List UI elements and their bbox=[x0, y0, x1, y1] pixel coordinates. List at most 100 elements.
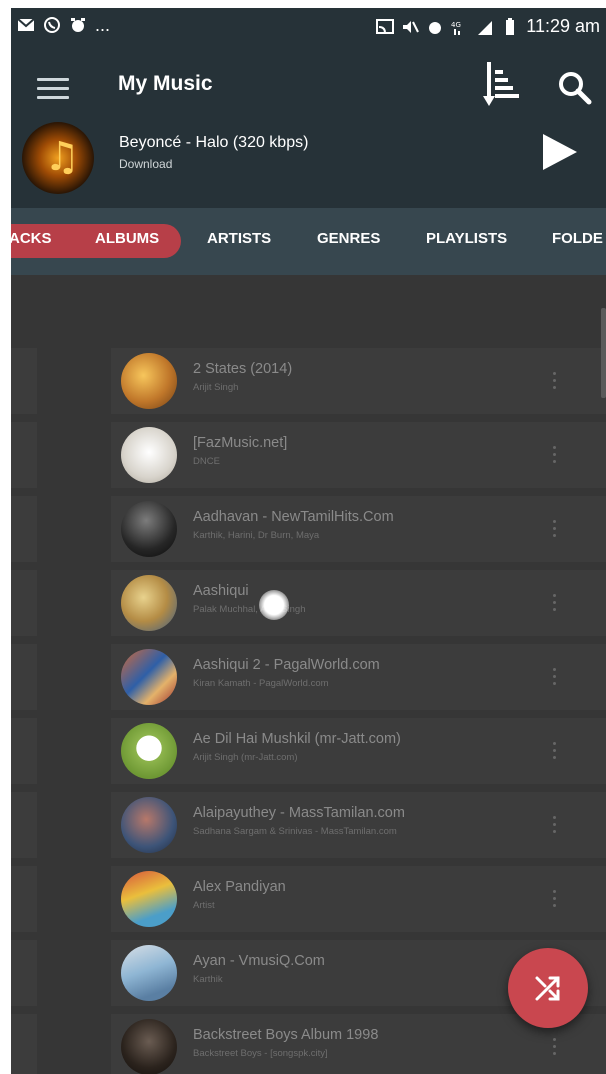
whatsapp-icon bbox=[44, 17, 60, 33]
previous-page-card bbox=[11, 422, 37, 488]
previous-page-card bbox=[11, 718, 37, 784]
album-card[interactable]: Aadhavan - NewTamilHits.Com Karthik, Har… bbox=[111, 496, 606, 562]
now-playing-album-art[interactable]: ♫ bbox=[22, 122, 94, 194]
album-artist: Karthik bbox=[193, 974, 223, 985]
album-thumbnail bbox=[121, 1019, 177, 1074]
cast-icon bbox=[376, 18, 395, 34]
list-item: Backstreet Boys Album 1998 Backstreet Bo… bbox=[11, 1014, 606, 1074]
album-card[interactable]: Aashiqui 2 - PagalWorld.com Kiran Kamath… bbox=[111, 644, 606, 710]
album-thumbnail bbox=[121, 945, 177, 1001]
more-options-icon[interactable] bbox=[549, 1038, 559, 1060]
previous-page-card bbox=[11, 644, 37, 710]
album-card[interactable]: Alex Pandiyan Artist bbox=[111, 866, 606, 932]
album-thumbnail bbox=[121, 427, 177, 483]
sort-icon[interactable] bbox=[481, 60, 521, 112]
album-artist: DNCE bbox=[193, 456, 220, 467]
album-card[interactable]: [FazMusic.net] DNCE bbox=[111, 422, 606, 488]
scrollbar[interactable] bbox=[601, 308, 606, 398]
more-options-icon[interactable] bbox=[549, 446, 559, 468]
tab-playlists[interactable]: PLAYLISTS bbox=[426, 230, 507, 247]
play-icon[interactable] bbox=[539, 130, 579, 174]
signal-icon bbox=[478, 20, 493, 35]
hamburger-menu-icon[interactable] bbox=[37, 78, 69, 102]
album-list: 2 States (2014) Arijit Singh [FazMusic.n… bbox=[11, 275, 606, 1074]
now-playing-title[interactable]: Beyoncé - Halo (320 kbps) bbox=[119, 134, 308, 152]
svg-text:4G: 4G bbox=[451, 21, 461, 29]
album-name: Alex Pandiyan bbox=[193, 879, 286, 895]
more-options-icon[interactable] bbox=[549, 372, 559, 394]
search-icon[interactable] bbox=[555, 68, 595, 108]
list-item: Aadhavan - NewTamilHits.Com Karthik, Har… bbox=[11, 496, 606, 562]
album-name: Ayan - VmusiQ.Com bbox=[193, 953, 325, 969]
album-name: Aadhavan - NewTamilHits.Com bbox=[193, 509, 394, 525]
album-name: [FazMusic.net] bbox=[193, 435, 288, 451]
tab-folders[interactable]: FOLDE bbox=[552, 230, 603, 247]
app-toolbar: My Music ♫ Beyoncé - Halo (320 kbps) Dow… bbox=[11, 48, 606, 208]
album-thumbnail bbox=[121, 649, 177, 705]
album-artist: Karthik, Harini, Dr Burn, Maya bbox=[193, 530, 320, 541]
album-name: Aashiqui 2 - PagalWorld.com bbox=[193, 657, 380, 673]
list-item: Aashiqui Palak Muchhal, Arijit Singh bbox=[11, 570, 606, 636]
more-options-icon[interactable] bbox=[549, 520, 559, 542]
music-app-screen: ... 4G 11:29 am My Music ♫ Beyoncé - Hal… bbox=[11, 8, 606, 1074]
previous-page-card bbox=[11, 1014, 37, 1074]
tab-artists[interactable]: ARTISTS bbox=[207, 230, 271, 247]
list-item: [FazMusic.net] DNCE bbox=[11, 422, 606, 488]
touch-indicator bbox=[259, 590, 289, 620]
more-notifications: ... bbox=[95, 15, 111, 35]
list-item: Aashiqui 2 - PagalWorld.com Kiran Kamath… bbox=[11, 644, 606, 710]
shuffle-icon bbox=[535, 976, 560, 1001]
mute-icon bbox=[403, 20, 420, 33]
tab-tracks[interactable]: ACKS bbox=[11, 230, 52, 247]
shuffle-button[interactable] bbox=[508, 948, 588, 1028]
tab-albums[interactable]: ALBUMS bbox=[95, 230, 159, 247]
clock: 11:29 am bbox=[526, 16, 600, 36]
battery-icon bbox=[506, 17, 515, 35]
album-artist: Sadhana Sargam & Srinivas - MassTamilan.… bbox=[193, 826, 397, 837]
previous-page-card bbox=[11, 792, 37, 858]
tab-genres[interactable]: GENRES bbox=[317, 230, 380, 247]
status-system: 4G 11:29 am bbox=[376, 16, 600, 37]
more-options-icon[interactable] bbox=[549, 816, 559, 838]
album-name: Aashiqui bbox=[193, 583, 249, 599]
page-title: My Music bbox=[118, 72, 213, 95]
previous-page-card bbox=[11, 940, 37, 1006]
alarm-icon bbox=[71, 18, 85, 32]
album-card[interactable]: Aashiqui Palak Muchhal, Arijit Singh bbox=[111, 570, 606, 636]
more-options-icon[interactable] bbox=[549, 742, 559, 764]
now-playing-subtitle: Download bbox=[119, 157, 173, 171]
album-thumbnail bbox=[121, 723, 177, 779]
list-item: Alaipayuthey - MassTamilan.com Sadhana S… bbox=[11, 792, 606, 858]
music-note-icon: ♫ bbox=[44, 134, 80, 180]
alarm-status-icon bbox=[429, 21, 442, 34]
category-tabs: ACKS ALBUMS ARTISTS GENRES PLAYLISTS FOL… bbox=[11, 208, 606, 275]
previous-page-card bbox=[11, 570, 37, 636]
status-notifications: ... bbox=[17, 16, 110, 34]
album-thumbnail bbox=[121, 797, 177, 853]
album-thumbnail bbox=[121, 871, 177, 927]
mail-icon bbox=[17, 18, 35, 31]
album-thumbnail bbox=[121, 575, 177, 631]
album-card[interactable]: 2 States (2014) Arijit Singh bbox=[111, 348, 606, 414]
album-artist: Arijit Singh bbox=[193, 382, 239, 393]
list-item: 2 States (2014) Arijit Singh bbox=[11, 348, 606, 414]
more-options-icon[interactable] bbox=[549, 668, 559, 690]
list-item: Ae Dil Hai Mushkil (mr-Jatt.com) Arijit … bbox=[11, 718, 606, 784]
previous-page-card bbox=[11, 348, 37, 414]
album-thumbnail bbox=[121, 353, 177, 409]
album-thumbnail bbox=[121, 501, 177, 557]
album-name: Alaipayuthey - MassTamilan.com bbox=[193, 805, 405, 821]
list-item: Alex Pandiyan Artist bbox=[11, 866, 606, 932]
previous-page-card bbox=[11, 496, 37, 562]
previous-page-card bbox=[11, 866, 37, 932]
album-artist: Arijit Singh (mr-Jatt.com) bbox=[193, 752, 298, 763]
album-name: 2 States (2014) bbox=[193, 361, 293, 377]
album-artist: Artist bbox=[193, 900, 215, 911]
album-artist: Kiran Kamath - PagalWorld.com bbox=[193, 678, 329, 689]
more-options-icon[interactable] bbox=[549, 594, 559, 616]
more-options-icon[interactable] bbox=[549, 890, 559, 912]
status-bar: ... 4G 11:29 am bbox=[11, 8, 606, 48]
album-card[interactable]: Alaipayuthey - MassTamilan.com Sadhana S… bbox=[111, 792, 606, 858]
album-name: Ae Dil Hai Mushkil (mr-Jatt.com) bbox=[193, 731, 401, 747]
album-card[interactable]: Ae Dil Hai Mushkil (mr-Jatt.com) Arijit … bbox=[111, 718, 606, 784]
